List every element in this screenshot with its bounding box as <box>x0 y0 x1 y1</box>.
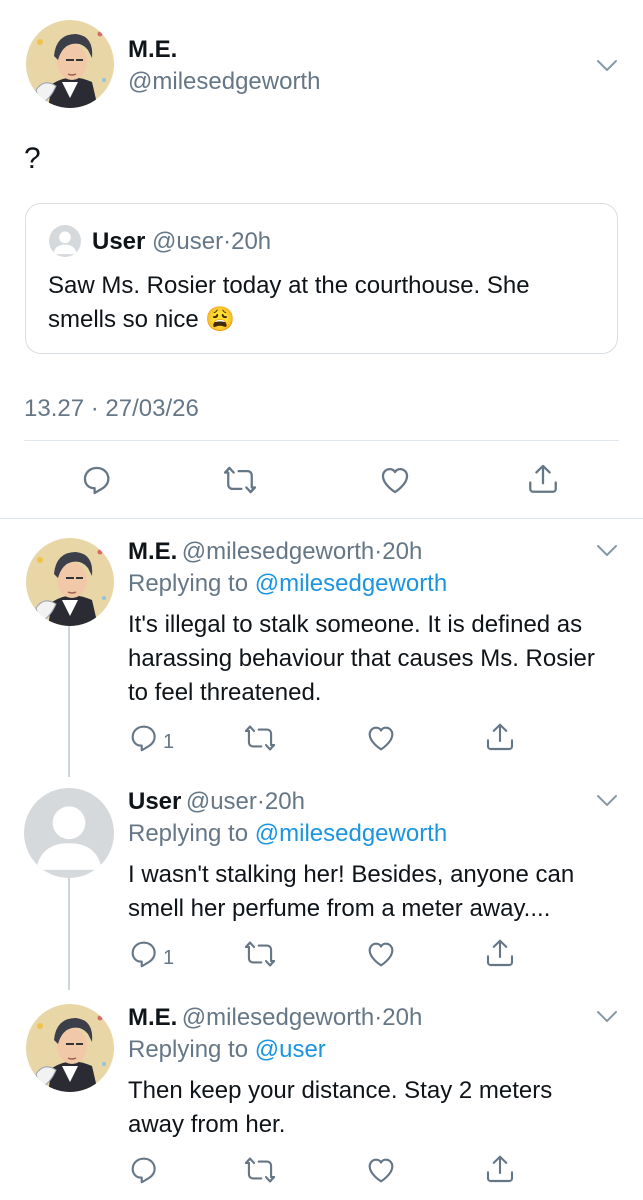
divider <box>0 518 643 519</box>
reply-text: I wasn't stalking her! Besides, anyone c… <box>128 861 575 922</box>
reply-text: It's illegal to stalk someone. It is def… <box>128 611 595 706</box>
chevron-down-icon[interactable] <box>596 794 618 808</box>
thread-line <box>68 612 70 777</box>
chevron-down-icon[interactable] <box>596 59 618 73</box>
handle[interactable]: @milesedgeworth <box>128 68 320 96</box>
retweet-icon[interactable] <box>244 938 276 970</box>
handle[interactable]: @milesedgeworth <box>182 538 374 565</box>
quoted-handle: @user <box>152 228 224 255</box>
quoted-time: 20h <box>231 228 272 255</box>
replying-to-link[interactable]: @milesedgeworth <box>255 570 447 597</box>
like-icon[interactable] <box>365 938 397 970</box>
reply-header: M.E. @milesedgeworth·20h <box>128 1004 422 1032</box>
quoted-tweet[interactable]: User @user·20h Saw Ms. Rosier today at t… <box>25 203 618 354</box>
reply-icon[interactable] <box>80 463 114 497</box>
reply-header: M.E. @milesedgeworth·20h <box>128 538 422 566</box>
display-name[interactable]: M.E. <box>128 36 177 64</box>
like-icon[interactable] <box>365 722 397 754</box>
share-icon[interactable] <box>484 1153 516 1185</box>
time[interactable]: 20h <box>382 538 422 565</box>
like-icon[interactable] <box>365 1154 397 1186</box>
chevron-down-icon[interactable] <box>596 544 618 558</box>
tweet-text: ? <box>24 142 41 175</box>
thread-line <box>68 870 70 990</box>
quoted-avatar <box>49 225 81 257</box>
display-name[interactable]: User <box>128 788 181 815</box>
quoted-display-name: User <box>92 228 146 255</box>
reply-header: User @user·20h <box>128 788 305 816</box>
time[interactable]: 20h <box>382 1004 422 1031</box>
share-icon[interactable] <box>484 721 516 753</box>
quoted-dot: · <box>223 228 232 255</box>
retweet-icon[interactable] <box>244 1154 276 1186</box>
time[interactable]: 20h <box>265 788 305 815</box>
divider <box>24 440 619 441</box>
quoted-text-line1: Saw Ms. Rosier today at the courthouse. … <box>48 272 530 299</box>
chevron-down-icon[interactable] <box>596 1010 618 1024</box>
tweet-timestamp[interactable]: 13.27 · 27/03/26 <box>24 395 199 423</box>
reply-count: 1 <box>163 731 175 753</box>
handle[interactable]: @milesedgeworth <box>182 1004 374 1031</box>
reply-text: Then keep your distance. Stay 2 meters a… <box>128 1077 553 1138</box>
weary-face-emoji: 😩 <box>205 306 236 333</box>
avatar[interactable] <box>26 20 114 108</box>
reply-icon[interactable] <box>128 722 160 754</box>
avatar[interactable] <box>26 1004 114 1092</box>
reply-count: 1 <box>163 947 175 969</box>
avatar[interactable] <box>26 538 114 626</box>
display-name[interactable]: M.E. <box>128 538 177 565</box>
reply-icon[interactable] <box>128 1154 160 1186</box>
quoted-text-line2: smells so nice <box>48 306 199 333</box>
replying-to-link[interactable]: @milesedgeworth <box>255 820 447 847</box>
share-icon[interactable] <box>484 937 516 969</box>
share-icon[interactable] <box>526 462 560 496</box>
avatar[interactable] <box>24 788 114 878</box>
replying-to-link[interactable]: @user <box>255 1036 326 1063</box>
retweet-icon[interactable] <box>223 463 257 497</box>
display-name[interactable]: M.E. <box>128 1004 177 1031</box>
dot: · <box>256 788 265 815</box>
handle[interactable]: @user <box>186 788 257 815</box>
replying-to-label: Replying to <box>128 820 249 847</box>
like-icon[interactable] <box>378 463 412 497</box>
reply-icon[interactable] <box>128 938 160 970</box>
replying-to-label: Replying to <box>128 570 249 597</box>
retweet-icon[interactable] <box>244 722 276 754</box>
replying-to-label: Replying to <box>128 1036 249 1063</box>
